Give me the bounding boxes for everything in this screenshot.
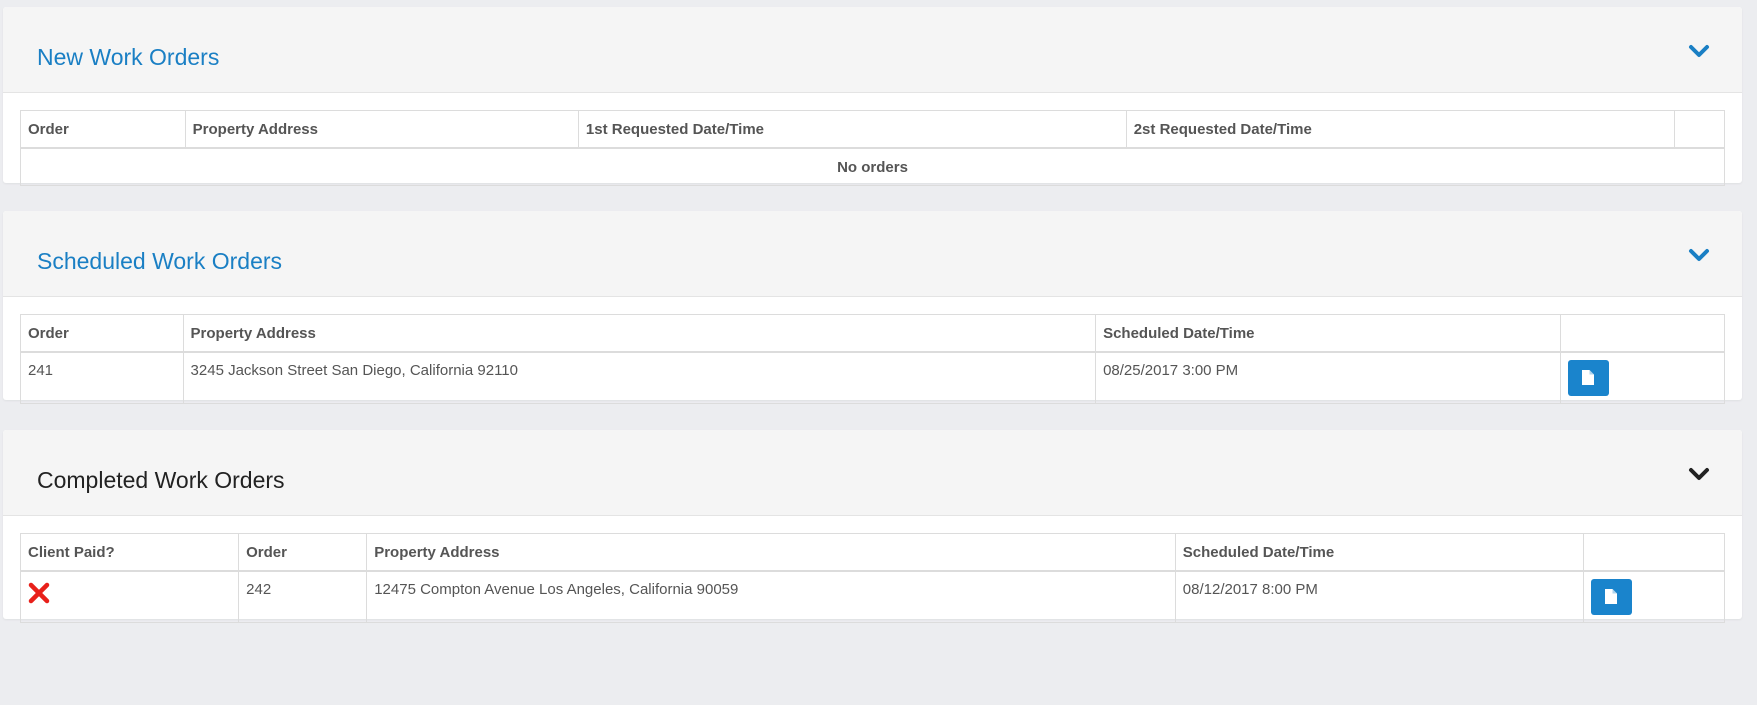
document-icon bbox=[1582, 370, 1595, 385]
column-header[interactable]: 2st Requested Date/Time bbox=[1125, 110, 1675, 149]
table-row[interactable]: 241 3245 Jackson Street San Diego, Calif… bbox=[20, 351, 1725, 404]
view-document-button[interactable] bbox=[1568, 360, 1610, 396]
table-header-row: Order Property Address Scheduled Date/Ti… bbox=[20, 314, 1725, 353]
datetime-cell: 08/25/2017 3:00 PM bbox=[1095, 351, 1562, 404]
chevron-down-icon[interactable] bbox=[1688, 467, 1710, 481]
scheduled-work-orders-header[interactable]: Scheduled Work Orders bbox=[3, 211, 1742, 297]
scheduled-orders-table: Order Property Address Scheduled Date/Ti… bbox=[20, 314, 1725, 404]
table-row: No orders bbox=[20, 147, 1725, 186]
column-header[interactable]: Scheduled Date/Time bbox=[1095, 314, 1562, 353]
document-icon bbox=[1604, 589, 1617, 604]
new-work-orders-panel: New Work Orders Order Property Address 1… bbox=[3, 7, 1742, 186]
empty-message: No orders bbox=[20, 147, 1725, 186]
client-paid-cell bbox=[19, 570, 240, 623]
address-cell: 12475 Compton Avenue Los Angeles, Califo… bbox=[366, 570, 1176, 623]
column-header[interactable]: Property Address bbox=[366, 533, 1176, 572]
column-header[interactable]: Scheduled Date/Time bbox=[1174, 533, 1584, 572]
action-cell bbox=[1582, 570, 1726, 623]
scheduled-work-orders-panel: Scheduled Work Orders Order Property Add… bbox=[3, 211, 1742, 404]
column-header[interactable]: Property Address bbox=[182, 314, 1097, 353]
new-work-orders-header[interactable]: New Work Orders bbox=[3, 7, 1742, 93]
panel-title: Completed Work Orders bbox=[37, 467, 285, 493]
order-cell: 242 bbox=[238, 570, 368, 623]
column-header[interactable]: Property Address bbox=[184, 110, 579, 149]
chevron-down-icon[interactable] bbox=[1688, 44, 1710, 58]
datetime-cell: 08/12/2017 8:00 PM bbox=[1174, 570, 1584, 623]
panel-title: Scheduled Work Orders bbox=[37, 248, 283, 274]
view-document-button[interactable] bbox=[1590, 579, 1632, 615]
column-header[interactable]: Order bbox=[238, 533, 368, 572]
close-icon bbox=[28, 582, 50, 604]
column-header[interactable]: Order bbox=[20, 314, 184, 353]
order-cell: 241 bbox=[20, 351, 184, 404]
new-orders-table: Order Property Address 1st Requested Dat… bbox=[20, 110, 1726, 186]
completed-work-orders-header[interactable]: Completed Work Orders bbox=[3, 430, 1742, 516]
completed-work-orders-body: Client Paid? Order Property Address Sche… bbox=[3, 516, 1742, 623]
panel-title: New Work Orders bbox=[37, 44, 220, 70]
column-header[interactable]: 1st Requested Date/Time bbox=[577, 110, 1127, 149]
address-cell: 3245 Jackson Street San Diego, Californi… bbox=[182, 351, 1097, 404]
completed-work-orders-panel: Completed Work Orders Client Paid? Order… bbox=[3, 430, 1742, 623]
chevron-down-icon[interactable] bbox=[1688, 248, 1710, 262]
table-row[interactable]: 242 12475 Compton Avenue Los Angeles, Ca… bbox=[19, 570, 1726, 623]
table-header-row: Order Property Address 1st Requested Dat… bbox=[20, 110, 1726, 149]
column-header bbox=[1560, 314, 1725, 353]
table-header-row: Client Paid? Order Property Address Sche… bbox=[19, 533, 1726, 572]
column-header[interactable]: Client Paid? bbox=[19, 533, 240, 572]
column-header[interactable]: Order bbox=[20, 110, 186, 149]
new-work-orders-body: Order Property Address 1st Requested Dat… bbox=[3, 93, 1742, 186]
column-header bbox=[1673, 110, 1726, 149]
action-cell bbox=[1560, 351, 1725, 404]
completed-orders-table: Client Paid? Order Property Address Sche… bbox=[19, 533, 1726, 623]
scheduled-work-orders-body: Order Property Address Scheduled Date/Ti… bbox=[3, 297, 1742, 404]
column-header bbox=[1582, 533, 1726, 572]
